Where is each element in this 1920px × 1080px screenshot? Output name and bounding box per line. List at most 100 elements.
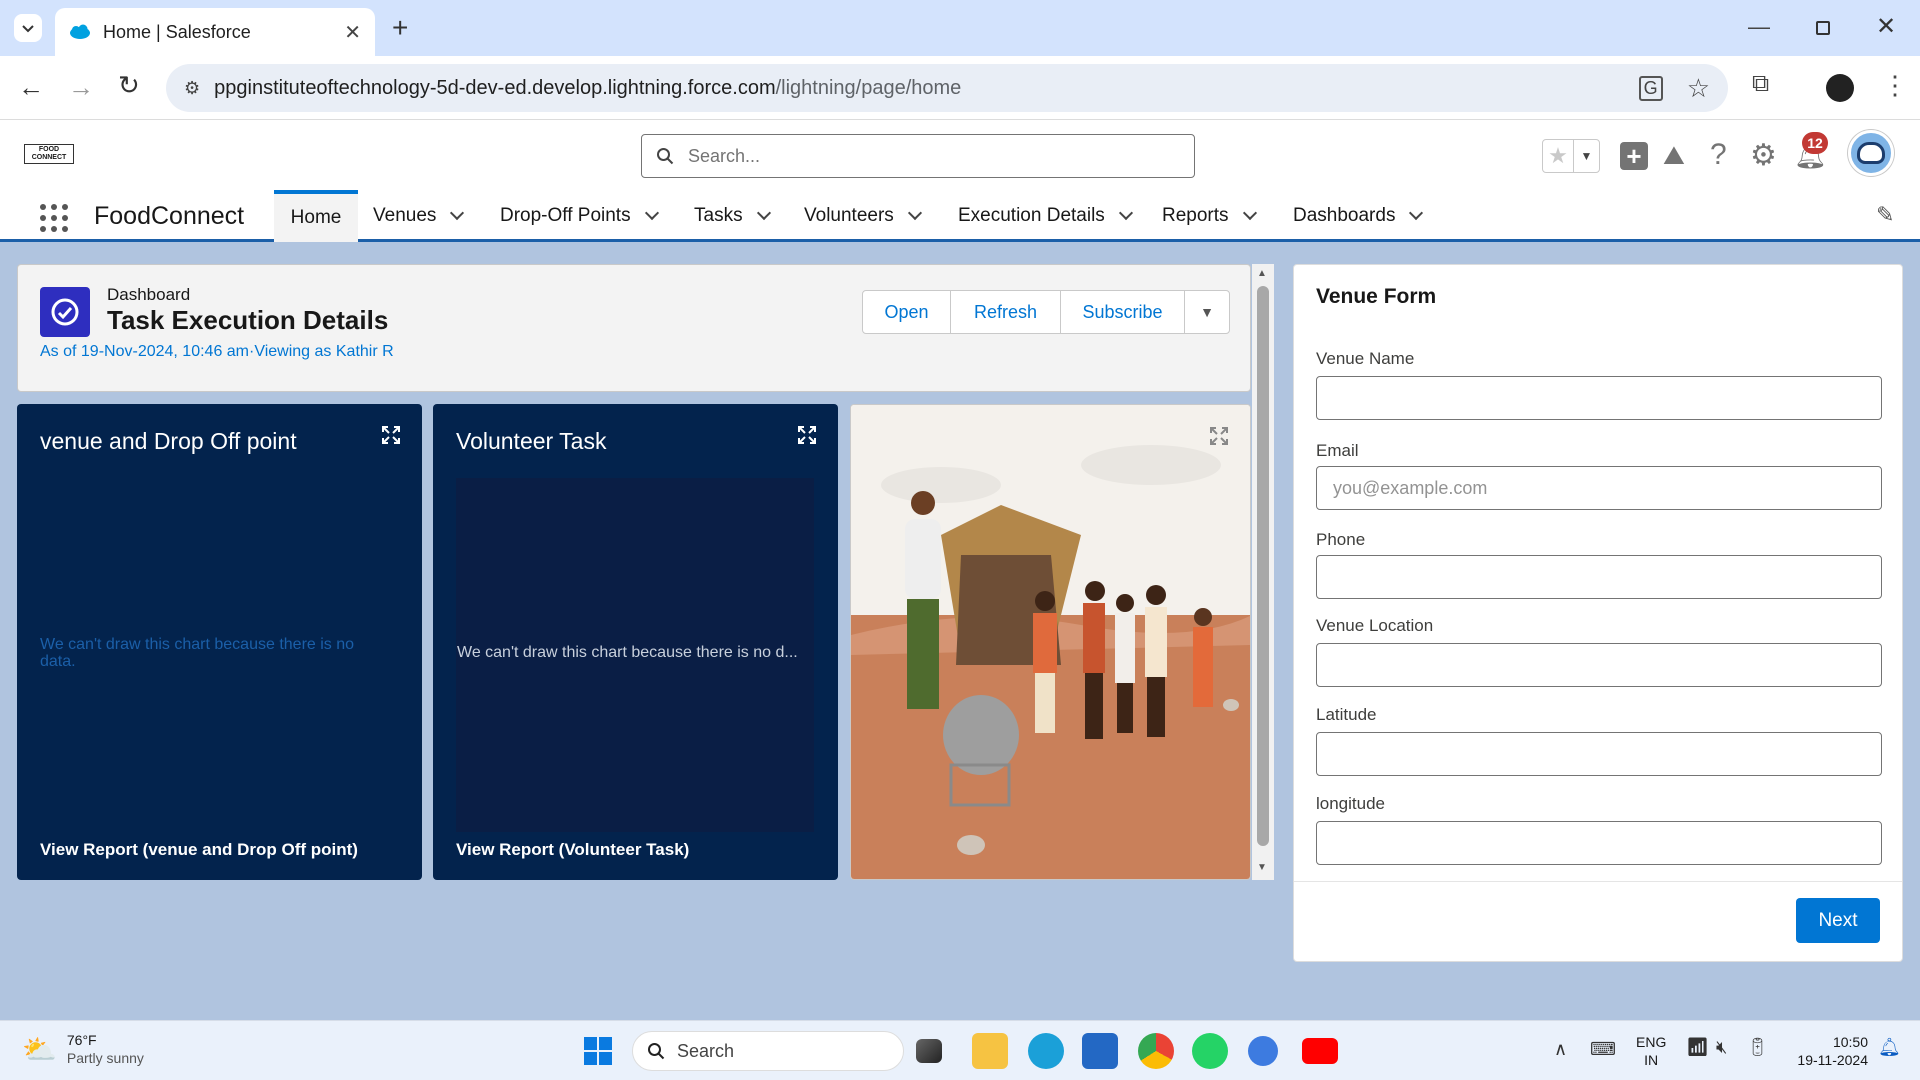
- expand-icon[interactable]: [1210, 427, 1228, 445]
- subscribe-button[interactable]: Subscribe: [1061, 291, 1185, 333]
- global-actions-icon[interactable]: +: [1620, 141, 1648, 171]
- expand-icon[interactable]: [382, 426, 400, 444]
- translate-icon[interactable]: G: [1638, 75, 1663, 101]
- dashboard-scrollbar[interactable]: ▲ ▼: [1252, 264, 1274, 880]
- edge-icon[interactable]: [1028, 1033, 1064, 1069]
- url-domain: ppginstituteoftechnology-5d-dev-ed.devel…: [214, 76, 776, 99]
- dashboards-chevron-down-icon[interactable]: [1409, 205, 1424, 221]
- trailhead-icon[interactable]: ⛰: [1663, 140, 1685, 172]
- expand-icon[interactable]: [798, 426, 816, 444]
- latitude-input[interactable]: [1316, 732, 1882, 776]
- nav-tab-dashboards[interactable]: Dashboards: [1293, 190, 1424, 242]
- user-avatar[interactable]: [1848, 130, 1894, 176]
- venue-name-input[interactable]: [1316, 376, 1882, 420]
- open-button[interactable]: Open: [863, 291, 951, 333]
- form-title: Venue Form: [1316, 285, 1437, 308]
- setup-gear-icon[interactable]: ⚙: [1750, 138, 1777, 173]
- clock[interactable]: 10:50 19-11-2024: [1784, 1033, 1868, 1069]
- back-icon[interactable]: ←: [18, 72, 44, 103]
- weather-temp: 76°F: [66, 1032, 97, 1048]
- view-report-link[interactable]: View Report (Volunteer Task): [456, 840, 689, 860]
- extensions-icon[interactable]: ⧉: [1752, 70, 1769, 98]
- date: 19-11-2024: [1797, 1052, 1868, 1068]
- scroll-up-icon[interactable]: ▲: [1257, 268, 1267, 279]
- nav-tab-venues[interactable]: Venues: [373, 190, 465, 242]
- email-input[interactable]: you@example.com: [1316, 466, 1882, 510]
- longitude-label: longitude: [1316, 794, 1386, 813]
- tab-title: Home | Salesforce: [103, 21, 251, 42]
- dashboard-eyebrow: Dashboard: [107, 285, 191, 304]
- drop-off-points-chevron-down-icon[interactable]: [644, 205, 659, 221]
- search-icon: [648, 1043, 665, 1060]
- show-hidden-icons-chevron-icon[interactable]: ∧: [1554, 1039, 1567, 1060]
- browser-tab[interactable]: Home | Salesforce ✕: [55, 8, 375, 56]
- start-button[interactable]: [584, 1037, 612, 1065]
- next-button[interactable]: Next: [1796, 898, 1880, 943]
- venue-location-label: Venue Location: [1316, 616, 1434, 635]
- weather-widget[interactable]: ⛅ 76°F Partly sunny: [22, 1031, 144, 1067]
- volume-muted-icon[interactable]: 🔇︎: [1716, 1037, 1727, 1058]
- chrome-icon[interactable]: [1138, 1033, 1174, 1069]
- scroll-down-icon[interactable]: ▼: [1257, 862, 1267, 873]
- global-search-input[interactable]: Search...: [641, 134, 1195, 178]
- tasks-chevron-down-icon[interactable]: [756, 205, 771, 221]
- nav-tab-drop-off-points[interactable]: Drop-Off Points: [500, 190, 659, 242]
- edit-nav-pencil-icon[interactable]: ✎: [1876, 202, 1894, 228]
- windows-taskbar: ⛅ 76°F Partly sunny Search ∧ ⌨ ENG IN 📶︎…: [0, 1020, 1920, 1080]
- task-view-icon[interactable]: [916, 1039, 942, 1063]
- site-info-icon[interactable]: ⚙: [184, 78, 200, 99]
- favorites-button[interactable]: ★ ▼: [1542, 139, 1600, 173]
- youtube-icon[interactable]: [1302, 1038, 1338, 1064]
- view-report-link[interactable]: View Report (venue and Drop Off point): [40, 840, 358, 860]
- execution-details-chevron-down-icon[interactable]: [1118, 205, 1133, 221]
- more-actions-button[interactable]: ▼: [1185, 291, 1229, 333]
- help-icon[interactable]: ?: [1710, 138, 1727, 172]
- app-icon[interactable]: [1248, 1036, 1278, 1066]
- nav-tab-reports[interactable]: Reports: [1162, 190, 1257, 242]
- restore-icon[interactable]: [1816, 21, 1830, 35]
- tab-list-chevron-icon[interactable]: [14, 14, 42, 42]
- browser-tab-bar: Home | Salesforce ✕ + — ✕: [0, 0, 1920, 56]
- org-logo: FOOD CONNECT: [24, 144, 74, 164]
- taskbar-search-label: Search: [677, 1040, 735, 1061]
- app-launcher-icon[interactable]: [40, 204, 68, 232]
- bookmark-star-icon[interactable]: ☆: [1687, 73, 1710, 104]
- address-bar[interactable]: ⚙ ppginstituteoftechnology-5d-dev-ed.dev…: [166, 64, 1728, 112]
- profile-avatar[interactable]: [1826, 74, 1854, 102]
- battery-icon[interactable]: 🔋︎: [1746, 1037, 1769, 1058]
- chrome-menu-icon[interactable]: ⋮: [1882, 70, 1908, 101]
- forward-icon[interactable]: →: [68, 72, 94, 103]
- dashboard-title: Task Execution Details: [107, 305, 389, 335]
- app-name: FoodConnect: [94, 201, 245, 230]
- card-title: venue and Drop Off point: [40, 428, 297, 454]
- latitude-label: Latitude: [1316, 705, 1377, 724]
- new-tab-icon[interactable]: +: [392, 12, 408, 44]
- notification-icon[interactable]: 🔔︎: [1878, 1037, 1901, 1058]
- tab-close-icon[interactable]: ✕: [344, 20, 361, 45]
- wifi-icon[interactable]: 📶︎: [1686, 1037, 1709, 1058]
- nav-tab-volunteers[interactable]: Volunteers: [804, 190, 922, 242]
- whatsapp-icon[interactable]: [1192, 1033, 1228, 1069]
- url-path: /lightning/page/home: [775, 76, 962, 99]
- language-indicator[interactable]: ENG IN: [1636, 1033, 1666, 1069]
- keyboard-icon[interactable]: ⌨: [1590, 1039, 1616, 1060]
- nav-tab-execution-details[interactable]: Execution Details: [958, 190, 1133, 242]
- scrollbar-thumb[interactable]: [1257, 286, 1269, 846]
- nav-tab-tasks[interactable]: Tasks: [694, 190, 771, 242]
- volunteers-chevron-down-icon[interactable]: [907, 205, 922, 221]
- dashboard-icon: [40, 287, 90, 337]
- reload-icon[interactable]: ↻: [118, 70, 140, 101]
- favorites-dropdown-icon: ▼: [1573, 140, 1599, 172]
- venue-location-input[interactable]: [1316, 643, 1882, 687]
- close-window-icon[interactable]: ✕: [1876, 12, 1896, 41]
- reports-chevron-down-icon[interactable]: [1242, 205, 1257, 221]
- store-icon[interactable]: [1082, 1033, 1118, 1069]
- nav-tab-home[interactable]: Home: [274, 190, 358, 242]
- minimize-icon[interactable]: —: [1748, 14, 1770, 40]
- longitude-input[interactable]: [1316, 821, 1882, 865]
- file-explorer-icon[interactable]: [972, 1033, 1008, 1069]
- taskbar-search[interactable]: Search: [632, 1031, 904, 1071]
- phone-input[interactable]: [1316, 555, 1882, 599]
- venues-chevron-down-icon[interactable]: [450, 205, 465, 221]
- refresh-button[interactable]: Refresh: [951, 291, 1061, 333]
